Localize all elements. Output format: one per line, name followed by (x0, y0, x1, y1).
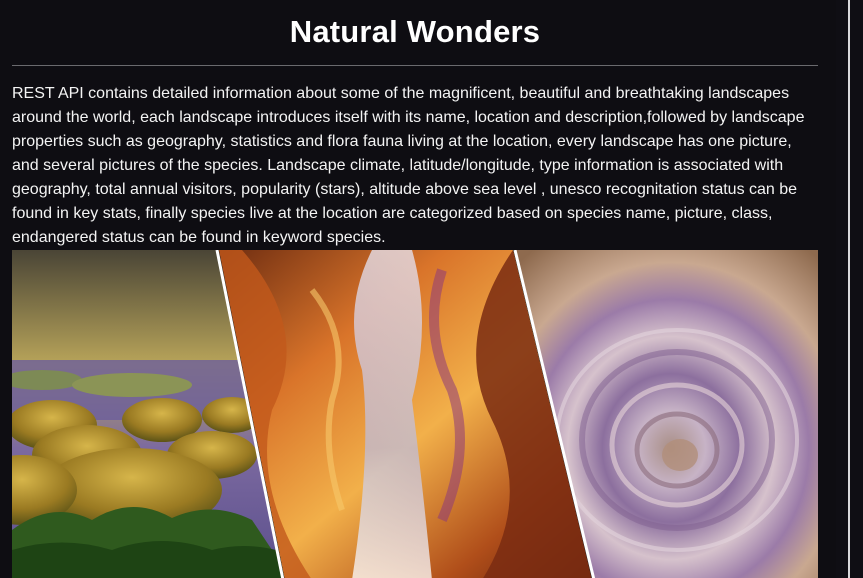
page-scrollbar[interactable] (836, 0, 863, 578)
page-description: REST API contains detailed information a… (12, 85, 805, 246)
page-title: Natural Wonders (289, 14, 541, 49)
hero-collage-image (12, 250, 818, 578)
title-divider (12, 65, 818, 66)
scrollbar-track[interactable] (848, 0, 850, 578)
page-content: Natural Wonders REST API contains detail… (0, 0, 836, 578)
